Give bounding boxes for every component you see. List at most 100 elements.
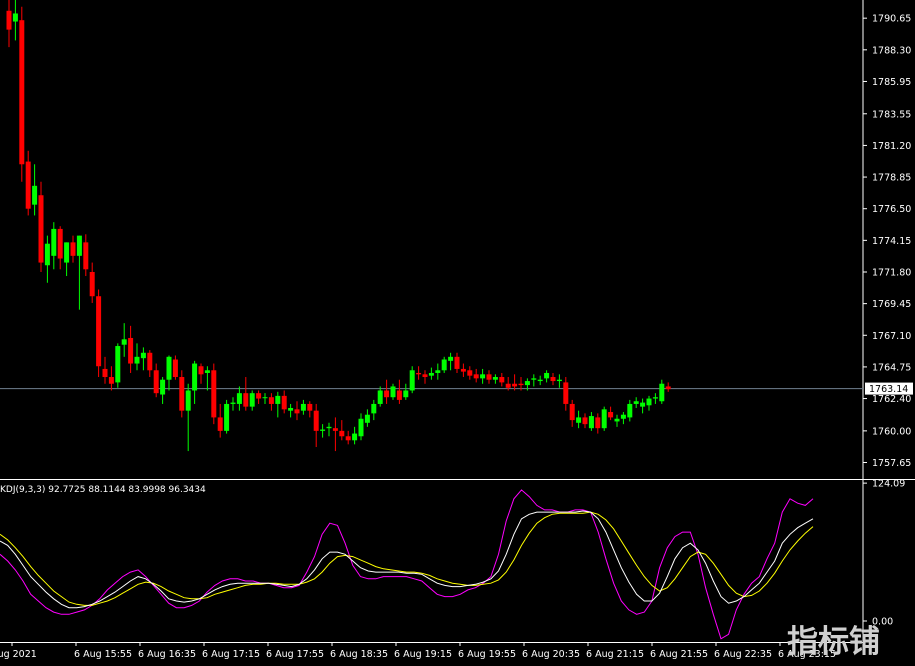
candle-body [652,397,658,399]
candle-body [102,368,108,378]
candle-body [512,383,518,387]
candle-body [96,296,102,367]
price-tick-label: 1776.50 [872,204,911,215]
candle-body [460,368,466,372]
candle [19,6,25,182]
price-tick-label: 1774.15 [872,236,911,247]
candle-body [364,414,370,423]
candle-body [582,417,588,425]
candle-body [134,356,140,364]
candle-body [454,356,460,369]
time-tick-label: 6 Aug 21:55 [650,649,708,660]
time-tick-label: 6 Aug 17:55 [266,649,324,660]
candle-body [44,243,50,266]
time-tick-label: 6 Aug 19:55 [458,649,516,660]
candle-body [268,397,274,404]
candle-body [595,417,601,429]
time-tick-label: 6 Aug 17:15 [202,649,260,660]
candle-body [115,346,121,383]
price-tick-label: 1785.95 [872,77,911,88]
candle-body [275,395,281,404]
candle-body [307,403,313,411]
candle-body [505,383,511,388]
candle [409,366,415,394]
candle-body [64,242,70,263]
candle-body [569,403,575,421]
candle-body [172,359,178,378]
watermark-logo: 指标铺 [787,624,880,660]
candle-body [601,409,607,429]
candle-body [19,20,25,165]
candle-body [140,352,146,359]
candle-body [384,390,390,398]
candle-body [524,381,530,386]
candle-body [416,372,422,375]
candle-body [659,383,665,402]
candle-body [492,377,498,380]
chart-canvas[interactable]: 1790.65 1788.30 1785.95 1783.55 1781.20 1778.… [0,0,915,666]
candle-body [390,386,396,398]
candle [115,343,121,388]
candle-body [332,428,338,431]
candle-body [121,339,127,345]
price-tick-label: 1760.00 [872,426,911,437]
candle-body [377,390,383,404]
candle-body [499,377,505,383]
time-tick-label: 6 Aug 19:15 [394,649,452,660]
time-tick-label: 6 Aug 15:55 [74,649,132,660]
candle-body [627,403,633,418]
candle-body [198,366,204,375]
candle-body [448,356,454,361]
candle-body [620,414,626,419]
candle-body [422,374,428,378]
time-tick-label: 6 Aug 22:35 [714,649,772,660]
candle-body [236,393,242,404]
current-price-value: 1763.14 [869,384,908,395]
candle-body [57,228,63,259]
candle-body [108,377,114,384]
candle-body [288,407,294,411]
candle-body [608,412,614,418]
candle-body [83,242,89,270]
candle-body [300,403,306,411]
price-tick-label: 1778.85 [872,173,911,184]
candle-body [352,433,358,441]
price-tick-label: 1764.75 [872,362,911,373]
candle-body [345,436,351,441]
time-tick-label: 6 Aug 20:35 [522,649,580,660]
candle-body [441,359,447,371]
price-tick-label: 1757.65 [872,458,911,469]
candle-body [294,409,300,414]
candle-body [160,379,166,395]
candle-body [313,410,319,431]
time-tick-label: 6 Aug 18:35 [330,649,388,660]
candle-body [550,377,556,382]
candle-body [166,356,172,380]
candle-body [435,370,441,373]
candle-body [147,352,153,371]
candle-body [633,401,639,404]
candle-body [38,195,44,263]
candle-body [243,393,249,407]
candle-body [204,370,210,373]
candle-body [640,402,646,407]
price-tick-label: 1783.55 [872,109,911,120]
candle-body [89,271,95,297]
candle-body [6,10,12,30]
candle-body [614,418,620,422]
candle-body [211,370,217,418]
indicator-top-tick-label: 124.09 [872,479,905,490]
candle-body [262,397,268,399]
candle-body [480,374,486,379]
price-tick-label: 1767.10 [872,331,911,342]
candle-body [563,382,569,404]
candle [224,399,230,434]
candle-body [224,403,230,431]
candle-body [358,418,364,437]
candle-body [249,393,255,407]
price-tick-label: 1769.45 [872,299,911,310]
candle-body [51,228,57,256]
candle-body [646,398,652,406]
candle-body [588,416,594,429]
candle-body [467,370,473,376]
